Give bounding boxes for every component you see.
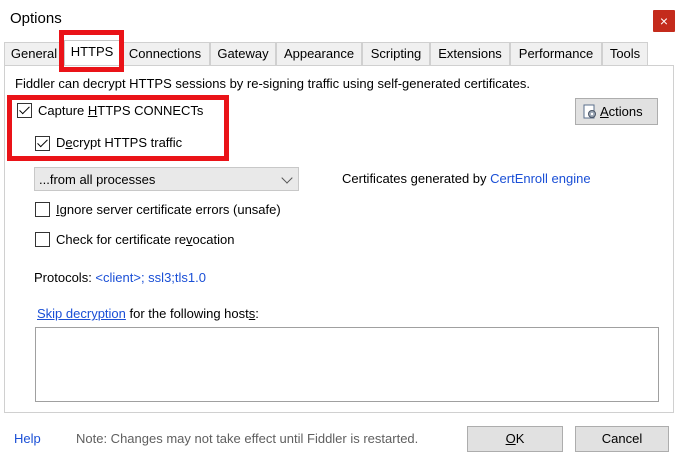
cancel-button[interactable]: Cancel <box>575 426 669 452</box>
tab-label: Performance <box>518 46 594 61</box>
tab-https[interactable]: HTTPS <box>64 40 120 66</box>
close-icon: × <box>659 13 669 29</box>
certenroll-engine-link[interactable]: CertEnroll engine <box>490 171 590 186</box>
tab-label: Appearance <box>283 46 355 61</box>
mnemonic: A <box>600 104 609 119</box>
check-revocation-checkbox[interactable] <box>35 232 50 247</box>
protocols-label: Protocols: <box>34 270 96 285</box>
skip-decryption-link[interactable]: Skip decryption <box>37 306 126 321</box>
close-button[interactable]: × <box>653 10 675 32</box>
help-link[interactable]: Help <box>14 431 41 446</box>
capture-https-checkbox[interactable] <box>17 103 32 118</box>
tab-scripting[interactable]: Scripting <box>362 42 430 66</box>
skip-decryption-hosts-input[interactable] <box>35 327 659 402</box>
label-part: for the following host <box>125 306 249 321</box>
title-bar: Options × <box>0 0 678 38</box>
tab-label: Extensions <box>438 46 502 61</box>
check-revocation-label[interactable]: Check for certificate revocation <box>56 232 234 247</box>
label-part: gnore server certificate errors (unsafe) <box>59 202 281 217</box>
label-part: crypt HTTPS traffic <box>72 135 183 150</box>
protocols-row: Protocols: <client>; ssl3;tls1.0 <box>34 270 206 285</box>
label-part: ocation <box>192 232 235 247</box>
label-part: Capture <box>38 103 88 118</box>
tab-appearance[interactable]: Appearance <box>276 42 362 66</box>
actions-label: Actions <box>600 104 643 119</box>
actions-icon <box>583 104 596 119</box>
tab-label: Tools <box>609 46 641 61</box>
ignore-cert-errors-label[interactable]: Ignore server certificate errors (unsafe… <box>56 202 281 217</box>
https-description: Fiddler can decrypt HTTPS sessions by re… <box>15 76 530 91</box>
protocols-link[interactable]: <client>; ssl3;tls1.0 <box>95 270 206 285</box>
label-part: Check for certificate re <box>56 232 187 247</box>
tab-strip: General HTTPS Connections Gateway Appear… <box>4 40 674 66</box>
tab-label: Connections <box>128 46 202 61</box>
mnemonic: H <box>87 103 98 118</box>
tab-connections[interactable]: Connections <box>120 42 210 66</box>
tab-label: HTTPS <box>70 44 114 59</box>
decrypt-https-checkbox[interactable] <box>35 136 50 151</box>
tab-label: General <box>10 46 58 61</box>
mnemonic: e <box>65 135 73 150</box>
tab-label: Gateway <box>217 46 269 61</box>
certificates-info: Certificates generated by CertEnroll eng… <box>342 171 591 186</box>
label-part: ctions <box>608 104 643 119</box>
capture-https-label[interactable]: Capture HTTPS CONNECTs <box>38 103 203 118</box>
restart-note: Note: Changes may not take effect until … <box>76 431 419 446</box>
skip-decryption-row: Skip decryption for the following hosts: <box>37 306 259 321</box>
window-title: Options <box>10 10 62 27</box>
mnemonic: O <box>505 431 516 446</box>
decrypt-https-label[interactable]: Decrypt HTTPS traffic <box>56 135 182 150</box>
label-part: TTPS CONNECTs <box>97 103 204 118</box>
ok-button[interactable]: OK <box>467 426 563 452</box>
tab-general[interactable]: General <box>4 42 64 66</box>
tab-performance[interactable]: Performance <box>510 42 602 66</box>
label-part: D <box>56 135 66 150</box>
ignore-cert-errors-checkbox[interactable] <box>35 202 50 217</box>
actions-button[interactable]: Actions <box>575 98 658 125</box>
label-part: K <box>515 431 525 446</box>
chevron-down-icon <box>281 172 293 184</box>
process-filter-value: ...from all processes <box>39 172 156 187</box>
certificates-prefix: Certificates generated by <box>342 171 491 186</box>
process-filter-dropdown[interactable]: ...from all processes <box>34 167 299 191</box>
tab-gateway[interactable]: Gateway <box>210 42 276 66</box>
label-part: : <box>255 306 259 321</box>
tab-extensions[interactable]: Extensions <box>430 42 510 66</box>
tab-label: Scripting <box>370 46 422 61</box>
tab-tools[interactable]: Tools <box>602 42 648 66</box>
